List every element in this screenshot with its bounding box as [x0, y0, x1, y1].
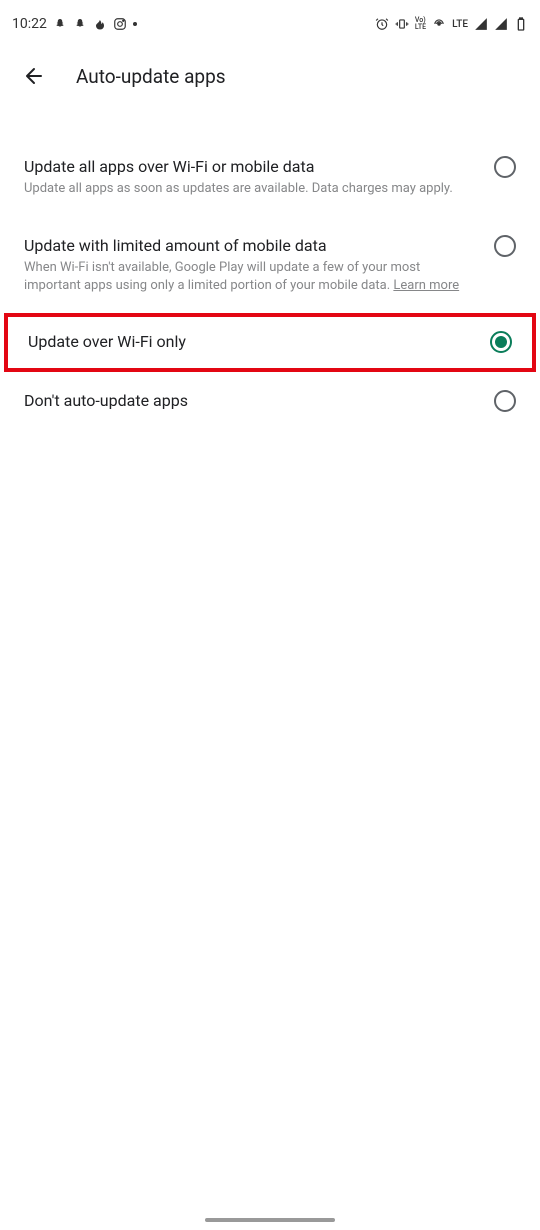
vibrate-icon	[395, 17, 409, 31]
option-text: Update with limited amount of mobile dat…	[24, 235, 494, 296]
radio-inner-icon	[495, 336, 507, 348]
learn-more-link[interactable]: Learn more	[393, 278, 459, 293]
option-limited-data[interactable]: Update with limited amount of mobile dat…	[24, 217, 516, 314]
option-title: Update over Wi-Fi only	[28, 331, 470, 353]
option-update-all[interactable]: Update all apps over Wi-Fi or mobile dat…	[24, 138, 516, 217]
option-text: Update all apps over Wi-Fi or mobile dat…	[24, 156, 494, 199]
battery-icon	[514, 17, 528, 31]
options-list: Update all apps over Wi-Fi or mobile dat…	[0, 108, 540, 430]
notification-dot	[133, 22, 137, 26]
lte-text: LTE	[452, 19, 468, 30]
radio-button[interactable]	[494, 235, 516, 257]
volte-icon: Vo)LTE	[415, 17, 426, 31]
radio-button-selected[interactable]	[490, 331, 512, 353]
option-title: Update all apps over Wi-Fi or mobile dat…	[24, 156, 474, 178]
tinder-icon	[93, 17, 107, 31]
option-title: Don't auto-update apps	[24, 390, 474, 412]
status-bar-right: Vo)LTE LTE	[375, 17, 528, 31]
option-description: Update all apps as soon as updates are a…	[24, 180, 474, 198]
option-wifi-only[interactable]: Update over Wi-Fi only	[28, 331, 512, 353]
hotspot-icon	[432, 17, 446, 31]
snapchat-icon-2	[73, 17, 87, 31]
radio-button[interactable]	[494, 156, 516, 178]
signal-icon-2	[494, 17, 508, 31]
option-wifi-only-highlight: Update over Wi-Fi only	[4, 313, 536, 371]
radio-button[interactable]	[494, 390, 516, 412]
back-button[interactable]	[22, 64, 46, 88]
option-dont-update[interactable]: Don't auto-update apps	[24, 372, 516, 430]
status-time: 10:22	[12, 16, 47, 32]
alarm-icon	[375, 17, 389, 31]
signal-icon-1	[474, 17, 488, 31]
instagram-icon	[113, 17, 127, 31]
page-title: Auto-update apps	[76, 65, 226, 88]
page-header: Auto-update apps	[0, 44, 540, 108]
option-description: When Wi-Fi isn't available, Google Play …	[24, 259, 474, 295]
status-bar: 10:22 Vo)LTE LTE	[0, 0, 540, 44]
snapchat-icon	[53, 17, 67, 31]
option-text: Update over Wi-Fi only	[28, 331, 490, 353]
option-text: Don't auto-update apps	[24, 390, 494, 412]
option-title: Update with limited amount of mobile dat…	[24, 235, 474, 257]
status-bar-left: 10:22	[12, 16, 137, 32]
nav-bar-indicator[interactable]	[205, 1218, 335, 1222]
